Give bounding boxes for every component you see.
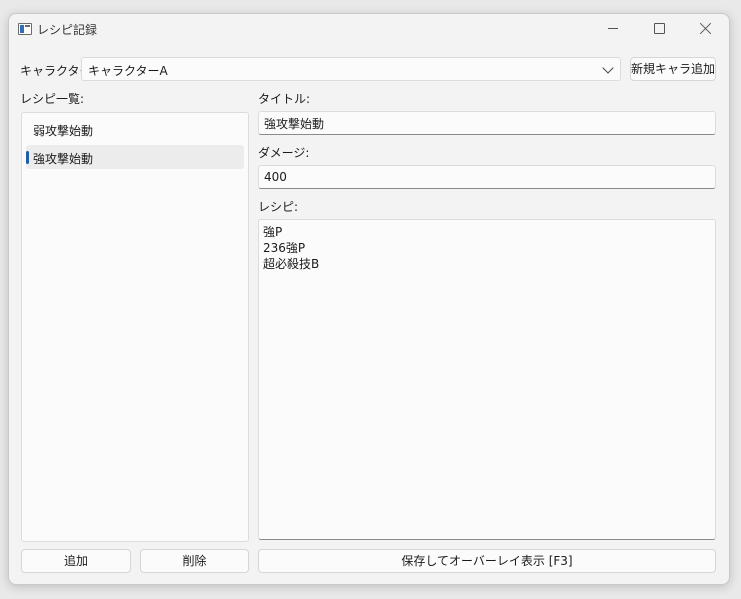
save-overlay-button[interactable]: 保存してオーバーレイ表示 [F3] [258,549,716,573]
delete-recipe-button[interactable]: 削除 [140,549,249,573]
maximize-icon [654,23,665,34]
damage-label: ダメージ: [258,146,310,160]
title-label: タイトル: [258,92,311,106]
close-icon [699,22,713,36]
close-button[interactable] [683,14,729,44]
character-select[interactable]: キャラクターA [81,57,621,81]
recipe-list[interactable]: 弱攻撃始動 強攻撃始動 [21,112,249,542]
window-title: レシピ記録 [37,23,98,37]
list-item-recipe-weak[interactable]: 弱攻撃始動 [26,117,244,141]
recipe-label: レシピ: [258,200,299,214]
minimize-button[interactable] [591,14,637,44]
add-character-button[interactable]: 新規キャラ追加 [630,57,716,81]
minimize-icon [608,28,618,29]
maximize-button[interactable] [637,14,683,44]
app-window: レシピ記録 キャラクター: キャラクターA 新規キャラ追加 レシピ一覧: 弱攻撃… [8,13,730,585]
recipe-list-label: レシピ一覧: [20,92,85,106]
list-item-recipe-strong[interactable]: 強攻撃始動 [26,145,244,169]
damage-input[interactable] [258,165,716,189]
title-bar[interactable]: レシピ記録 [9,14,729,44]
chevron-down-icon [602,62,614,74]
app-window-icon [18,23,32,35]
list-item-label: 強攻撃始動 [33,152,94,166]
list-item-label: 弱攻撃始動 [33,124,94,138]
character-select-value: キャラクターA [88,64,168,78]
title-input[interactable] [258,111,716,135]
recipe-textarea[interactable]: 強P 236強P 超必殺技B [258,219,716,540]
add-recipe-button[interactable]: 追加 [21,549,131,573]
